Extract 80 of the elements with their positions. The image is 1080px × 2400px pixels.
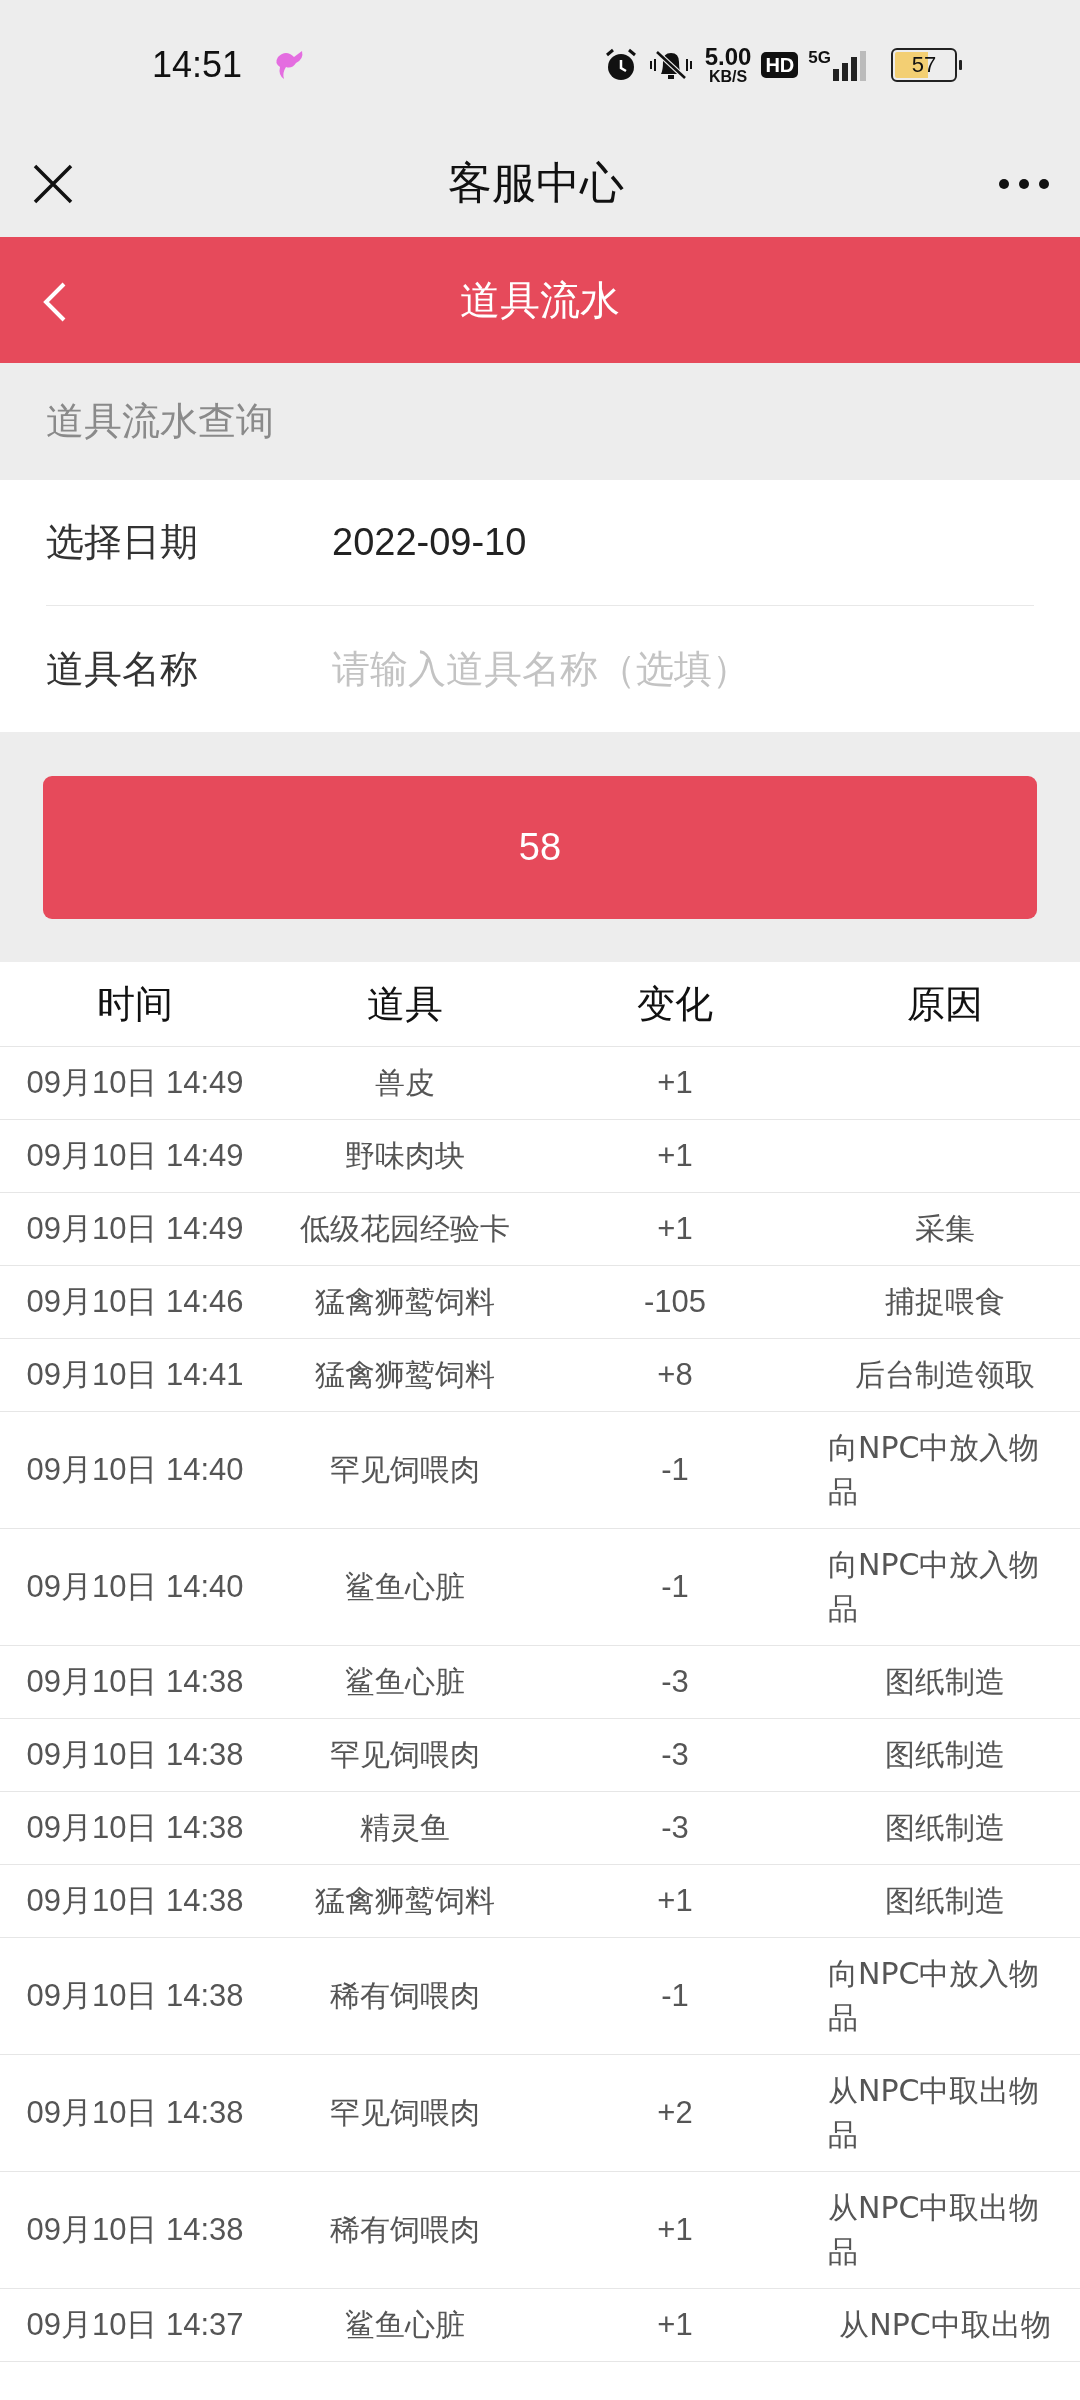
column-header: 原因: [907, 980, 983, 1028]
time-cell-text: 09月10日 14:38: [26, 1977, 244, 2015]
item-cell-text: 野味肉块: [345, 1137, 465, 1175]
time-cell-text: 09月10日 14:40: [26, 1451, 244, 1489]
status-time: 14:51: [152, 44, 243, 86]
network-speed: 5.00: [704, 45, 752, 69]
item-cell-text: 罕见饲喂肉: [330, 2094, 480, 2132]
column-header: 变化: [637, 980, 713, 1028]
more-icon[interactable]: [998, 177, 1050, 190]
field-label: 选择日期: [46, 519, 199, 566]
change-cell-text: +1: [657, 1137, 693, 1175]
time-cell-text: 09月10日 14:38: [26, 1736, 244, 1774]
item-cell-text: 兽皮: [375, 1064, 435, 1102]
change-cell-text: +8: [657, 1356, 693, 1394]
section-label: 道具流水查询: [45, 398, 275, 445]
reason-cell-text: 从NPC中取出物: [839, 2306, 1051, 2344]
item-cell-text: 鲨鱼心脏: [345, 1663, 465, 1701]
speed-unit: KB/S: [708, 69, 748, 85]
time-cell-text: 09月10日 14:41: [26, 1356, 244, 1394]
network-type: 5G: [808, 49, 831, 66]
hd-badge: HD: [761, 52, 799, 78]
time-cell-text: 09月10日 14:38: [26, 1809, 244, 1847]
reason-cell-text: 向NPC中放入物品: [828, 1429, 1041, 1511]
item-cell-text: 低级花园经验卡: [300, 1210, 510, 1248]
time-cell-text: 09月10日 14:38: [26, 2211, 244, 2249]
header-title: 道具流水: [460, 275, 620, 325]
item-cell-text: 猛禽狮鹫饲料: [315, 1882, 495, 1920]
change-cell-text: -3: [661, 1736, 689, 1774]
column-header: 道具: [367, 980, 443, 1028]
item-cell-text: 罕见饲喂肉: [330, 1451, 480, 1489]
change-cell-text: +1: [657, 2211, 693, 2249]
change-cell-text: -3: [661, 1809, 689, 1847]
reason-cell-text: 采集: [915, 1210, 975, 1248]
change-cell-text: -1: [661, 1977, 689, 2015]
close-icon[interactable]: [32, 162, 74, 205]
time-cell-text: 09月10日 14:49: [26, 1064, 244, 1102]
item-cell-text: 鲨鱼心脏: [345, 2306, 465, 2344]
reason-cell-text: 从NPC中取出物品: [828, 2189, 1041, 2271]
time-cell-text: 09月10日 14:40: [26, 1568, 244, 1606]
field-label: 道具名称: [46, 645, 199, 693]
alarm-icon: [604, 48, 637, 82]
time-cell-text: 09月10日 14:46: [26, 1283, 244, 1321]
item-cell-text: 猛禽狮鹫饲料: [315, 1356, 495, 1394]
back-icon[interactable]: [42, 281, 68, 323]
query-button[interactable]: 58: [43, 775, 1037, 919]
reason-cell-text: 从NPC中取出物品: [828, 2072, 1041, 2154]
change-cell-text: +1: [657, 1210, 693, 1248]
column-header: 时间: [97, 980, 173, 1028]
item-cell-text: 猛禽狮鹫饲料: [315, 1283, 495, 1321]
reason-cell-text: 向NPC中放入物品: [828, 1955, 1041, 2037]
reason-cell-text: 向NPC中放入物品: [828, 1546, 1041, 1628]
time-cell-text: 09月10日 14:37: [26, 2306, 244, 2344]
reason-cell-text: 后台制造领取: [855, 1356, 1035, 1394]
time-cell-text: 09月10日 14:38: [26, 2094, 244, 2132]
time-cell-text: 09月10日 14:38: [26, 1882, 244, 1920]
change-cell-text: +1: [657, 1064, 693, 1102]
page-title: 客服中心: [448, 156, 624, 210]
item-cell-text: 稀有饲喂肉: [330, 1977, 480, 2015]
change-cell-text: +2: [657, 2094, 693, 2132]
item-cell-text: 鲨鱼心脏: [345, 1568, 465, 1606]
time-cell-text: 09月10日 14:38: [26, 1663, 244, 1701]
date-field[interactable]: 2022-09-10: [332, 521, 527, 564]
input-field[interactable]: 请输入道具名称（选填）: [332, 647, 952, 691]
reason-cell-text: 图纸制造: [885, 1736, 1005, 1774]
change-cell-text: +1: [657, 1882, 693, 1920]
change-cell-text: -1: [661, 1451, 689, 1489]
signal-icon: [833, 49, 867, 81]
reason-cell-text: 图纸制造: [885, 1809, 1005, 1847]
item-cell-text: 稀有饲喂肉: [330, 2211, 480, 2249]
reason-cell-text: 捕捉喂食: [885, 1283, 1005, 1321]
time-cell-text: 09月10日 14:49: [26, 1210, 244, 1248]
change-cell-text: -1: [661, 1568, 689, 1606]
change-cell-text: -3: [661, 1663, 689, 1701]
change-cell-text: +1: [657, 2306, 693, 2344]
item-cell-text: 罕见饲喂肉: [330, 1736, 480, 1774]
reason-cell-text: 图纸制造: [885, 1882, 1005, 1920]
time-cell-text: 09月10日 14:49: [26, 1137, 244, 1175]
item-cell-text: 精灵鱼: [360, 1809, 450, 1847]
reason-cell-text: 图纸制造: [885, 1663, 1005, 1701]
change-cell-text: -105: [643, 1283, 706, 1321]
